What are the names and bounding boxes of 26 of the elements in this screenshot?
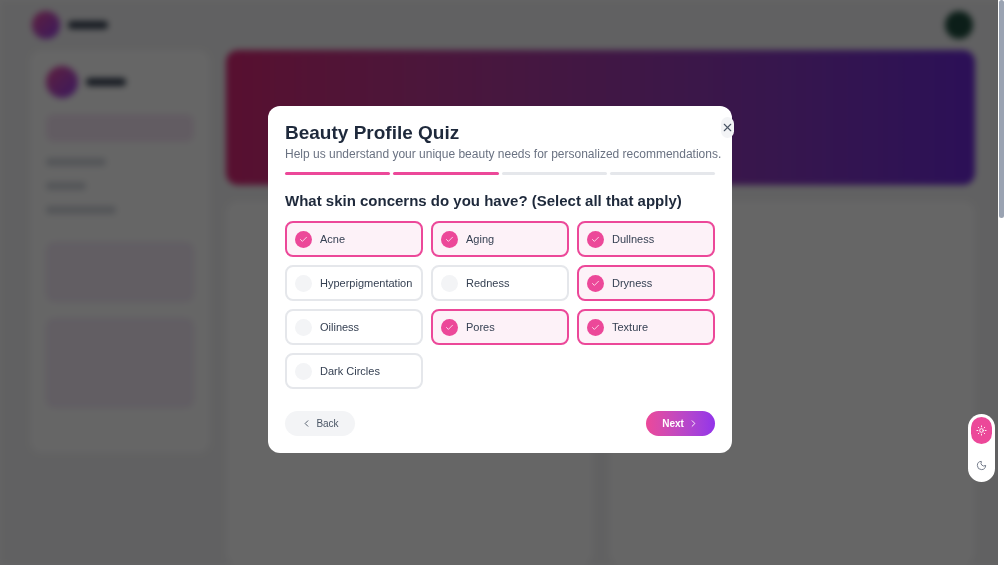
concern-option[interactable]: Dark Circles bbox=[285, 353, 423, 389]
dialog-subtitle: Help us understand your unique beauty needs for personalized recommendations. bbox=[285, 146, 722, 162]
check-icon bbox=[441, 318, 458, 336]
concern-option[interactable]: Hyperpigmentation bbox=[285, 265, 423, 301]
question-text: What skin concerns do you have? (Select all that apply) bbox=[285, 191, 683, 211]
concern-option[interactable]: Pores bbox=[431, 309, 569, 345]
next-button[interactable]: Next bbox=[646, 411, 715, 436]
concern-option[interactable]: Aging bbox=[431, 221, 569, 257]
sun-button[interactable] bbox=[971, 417, 992, 444]
check-icon bbox=[587, 274, 604, 292]
dialog-title: Beauty Profile Quiz bbox=[285, 121, 461, 145]
check-icon bbox=[295, 230, 312, 248]
concern-option[interactable]: Redness bbox=[431, 265, 569, 301]
back-button[interactable]: Back bbox=[285, 411, 355, 436]
check-icon bbox=[587, 318, 604, 336]
sun-icon bbox=[976, 425, 987, 436]
moon-icon bbox=[976, 460, 987, 471]
scrollbar[interactable] bbox=[998, 0, 1005, 565]
concern-option[interactable]: Texture bbox=[577, 309, 715, 345]
concern-option[interactable]: Acne bbox=[285, 221, 423, 257]
concern-option[interactable]: Dullness bbox=[577, 221, 715, 257]
concern-option[interactable]: Oiliness bbox=[285, 309, 423, 345]
check-icon bbox=[587, 230, 604, 248]
concern-option[interactable]: Dryness bbox=[577, 265, 715, 301]
check-icon bbox=[441, 230, 458, 248]
close-button[interactable] bbox=[721, 117, 735, 138]
